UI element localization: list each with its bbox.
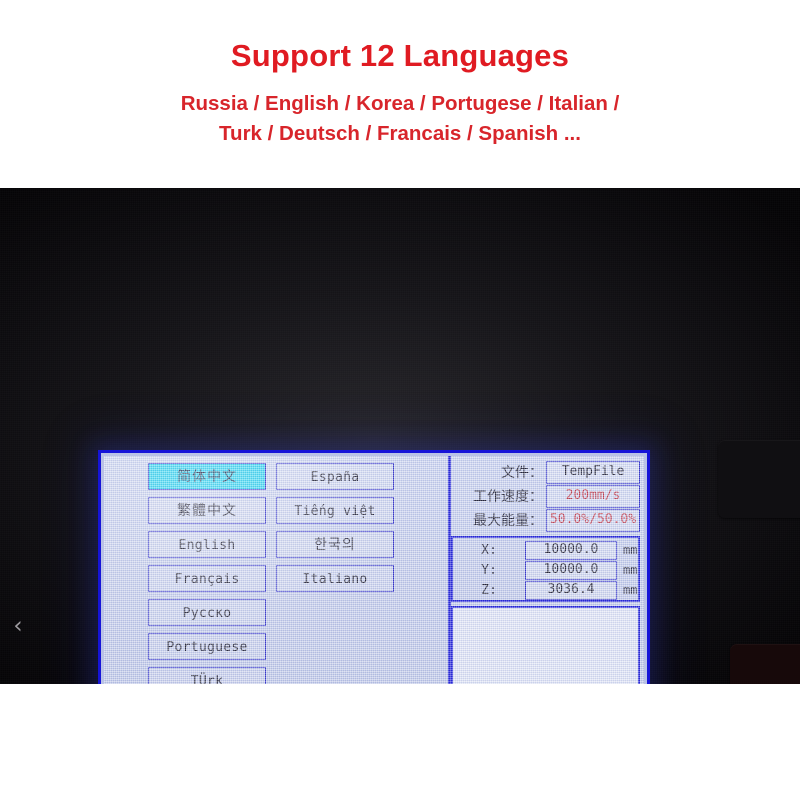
- language-button[interactable]: Italiano: [276, 565, 394, 592]
- chevron-left-icon[interactable]: ‹: [7, 613, 29, 639]
- language-button[interactable]: 繁體中文: [148, 497, 266, 524]
- machine-photo: E3 ‹ 简体中文 繁體中文 English Français Русско P…: [0, 188, 800, 684]
- job-preview-area[interactable]: [451, 606, 640, 684]
- coordinate-row: Y: 10000.0 mm: [453, 560, 638, 580]
- coordinate-axis-label: Y:: [481, 562, 497, 578]
- coordinate-unit: mm: [623, 583, 638, 597]
- coordinate-value[interactable]: 10000.0: [525, 560, 617, 580]
- lcd-viewport: 简体中文 繁體中文 English Français Русско Portug…: [104, 456, 644, 684]
- machine-key-red: [730, 644, 800, 684]
- promo-subtitle: Russia / English / Korea / Portugese / I…: [181, 89, 620, 147]
- lcd-content-area: 简体中文 繁體中文 English Français Русско Portug…: [104, 456, 644, 684]
- job-info-panel: 文件： TempFile 工作速度： 200mm/s 最大能量： 50.0%/5…: [451, 456, 644, 684]
- job-info-fields: 文件： TempFile 工作速度： 200mm/s 最大能量： 50.0%/5…: [451, 460, 640, 532]
- coordinate-row: Z: 3036.4 mm: [453, 580, 638, 600]
- promo-title: Support 12 Languages: [230, 38, 570, 74]
- machine-key-top: [718, 440, 800, 518]
- coordinate-unit: mm: [623, 563, 638, 577]
- language-column-left: 简体中文 繁體中文 English Français Русско Portug…: [148, 463, 266, 684]
- speed-label: 工作速度：: [473, 489, 543, 505]
- lcd-screen: 简体中文 繁體中文 English Français Русско Portug…: [98, 450, 650, 684]
- file-value[interactable]: TempFile: [546, 460, 640, 484]
- language-button[interactable]: TÜrk: [148, 667, 266, 684]
- speed-value[interactable]: 200mm/s: [546, 484, 640, 508]
- language-button[interactable]: 한국의: [276, 531, 394, 558]
- coordinate-value[interactable]: 10000.0: [525, 540, 617, 560]
- power-value[interactable]: 50.0%/50.0%: [546, 508, 640, 532]
- promo-header: Support 12 Languages Russia / English / …: [0, 0, 800, 188]
- promo-subtitle-line-1: Russia / English / Korea / Portugese / I…: [180, 92, 620, 116]
- coordinate-row: X: 10000.0 mm: [453, 540, 638, 560]
- language-column-right: España Tiếng việt 한국의 Italiano: [276, 463, 394, 599]
- coordinate-unit: mm: [623, 543, 638, 557]
- power-label: 最大能量：: [473, 513, 543, 529]
- speed-row: 工作速度： 200mm/s: [451, 484, 640, 508]
- language-button[interactable]: English: [148, 531, 266, 558]
- coordinate-box: X: 10000.0 mm Y: 10000.0 mm Z: 3036.4 mm: [451, 536, 640, 602]
- promo-subtitle-line-2: Turk / Deutsch / Francais / Spanish ...: [219, 121, 581, 145]
- language-button[interactable]: Portuguese: [148, 633, 266, 660]
- coordinate-axis-label: X:: [481, 542, 497, 558]
- coordinate-axis-label: Z:: [481, 582, 497, 598]
- language-button[interactable]: Français: [148, 565, 266, 592]
- language-button[interactable]: Русско: [148, 599, 266, 626]
- file-row: 文件： TempFile: [451, 460, 640, 484]
- language-button[interactable]: España: [276, 463, 394, 490]
- language-button[interactable]: 简体中文: [148, 463, 266, 490]
- power-row: 最大能量： 50.0%/50.0%: [451, 508, 640, 532]
- coordinate-value[interactable]: 3036.4: [525, 580, 617, 600]
- file-label: 文件：: [501, 465, 543, 481]
- language-button[interactable]: Tiếng việt: [276, 497, 394, 524]
